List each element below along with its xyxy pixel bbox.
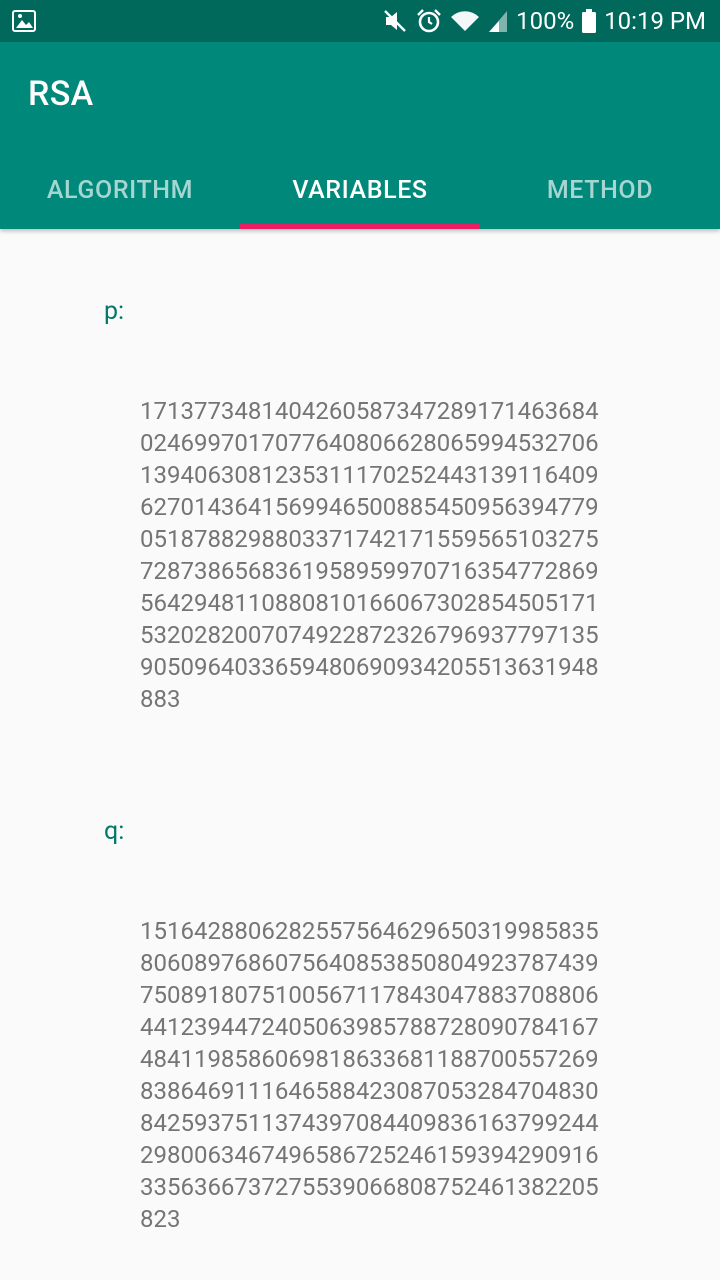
clock: 10:19 PM <box>604 7 706 35</box>
mute-icon <box>382 8 408 34</box>
tab-variables[interactable]: VARIABLES <box>240 152 480 229</box>
app-title: RSA <box>28 74 94 114</box>
variable-q-value: 1516428806282557564629650319985835806089… <box>140 917 599 1233</box>
tab-label: VARIABLES <box>292 176 428 205</box>
tab-algorithm[interactable]: ALGORITHM <box>0 152 240 229</box>
tab-method[interactable]: METHOD <box>480 152 720 229</box>
tab-bar: ALGORITHM VARIABLES METHOD <box>0 152 720 229</box>
gallery-icon <box>12 10 36 32</box>
status-bar: 100% 10:19 PM <box>0 0 720 42</box>
variable-p-label: p: <box>104 297 125 326</box>
tab-label: METHOD <box>546 176 654 205</box>
alarm-icon <box>416 8 442 34</box>
variable-q-label: q: <box>104 817 125 846</box>
wifi-icon <box>450 9 480 33</box>
signal-icon <box>488 9 508 33</box>
app-bar: RSA ALGORITHM VARIABLES METHOD <box>0 42 720 229</box>
variable-p-value: 1713773481404260587347289171463684024699… <box>140 397 599 713</box>
variables-content[interactable]: p: 1713773481404260587347289171463684024… <box>0 229 720 1280</box>
battery-percent: 100% <box>516 7 575 35</box>
battery-icon <box>582 9 597 33</box>
tab-label: ALGORITHM <box>46 176 194 205</box>
